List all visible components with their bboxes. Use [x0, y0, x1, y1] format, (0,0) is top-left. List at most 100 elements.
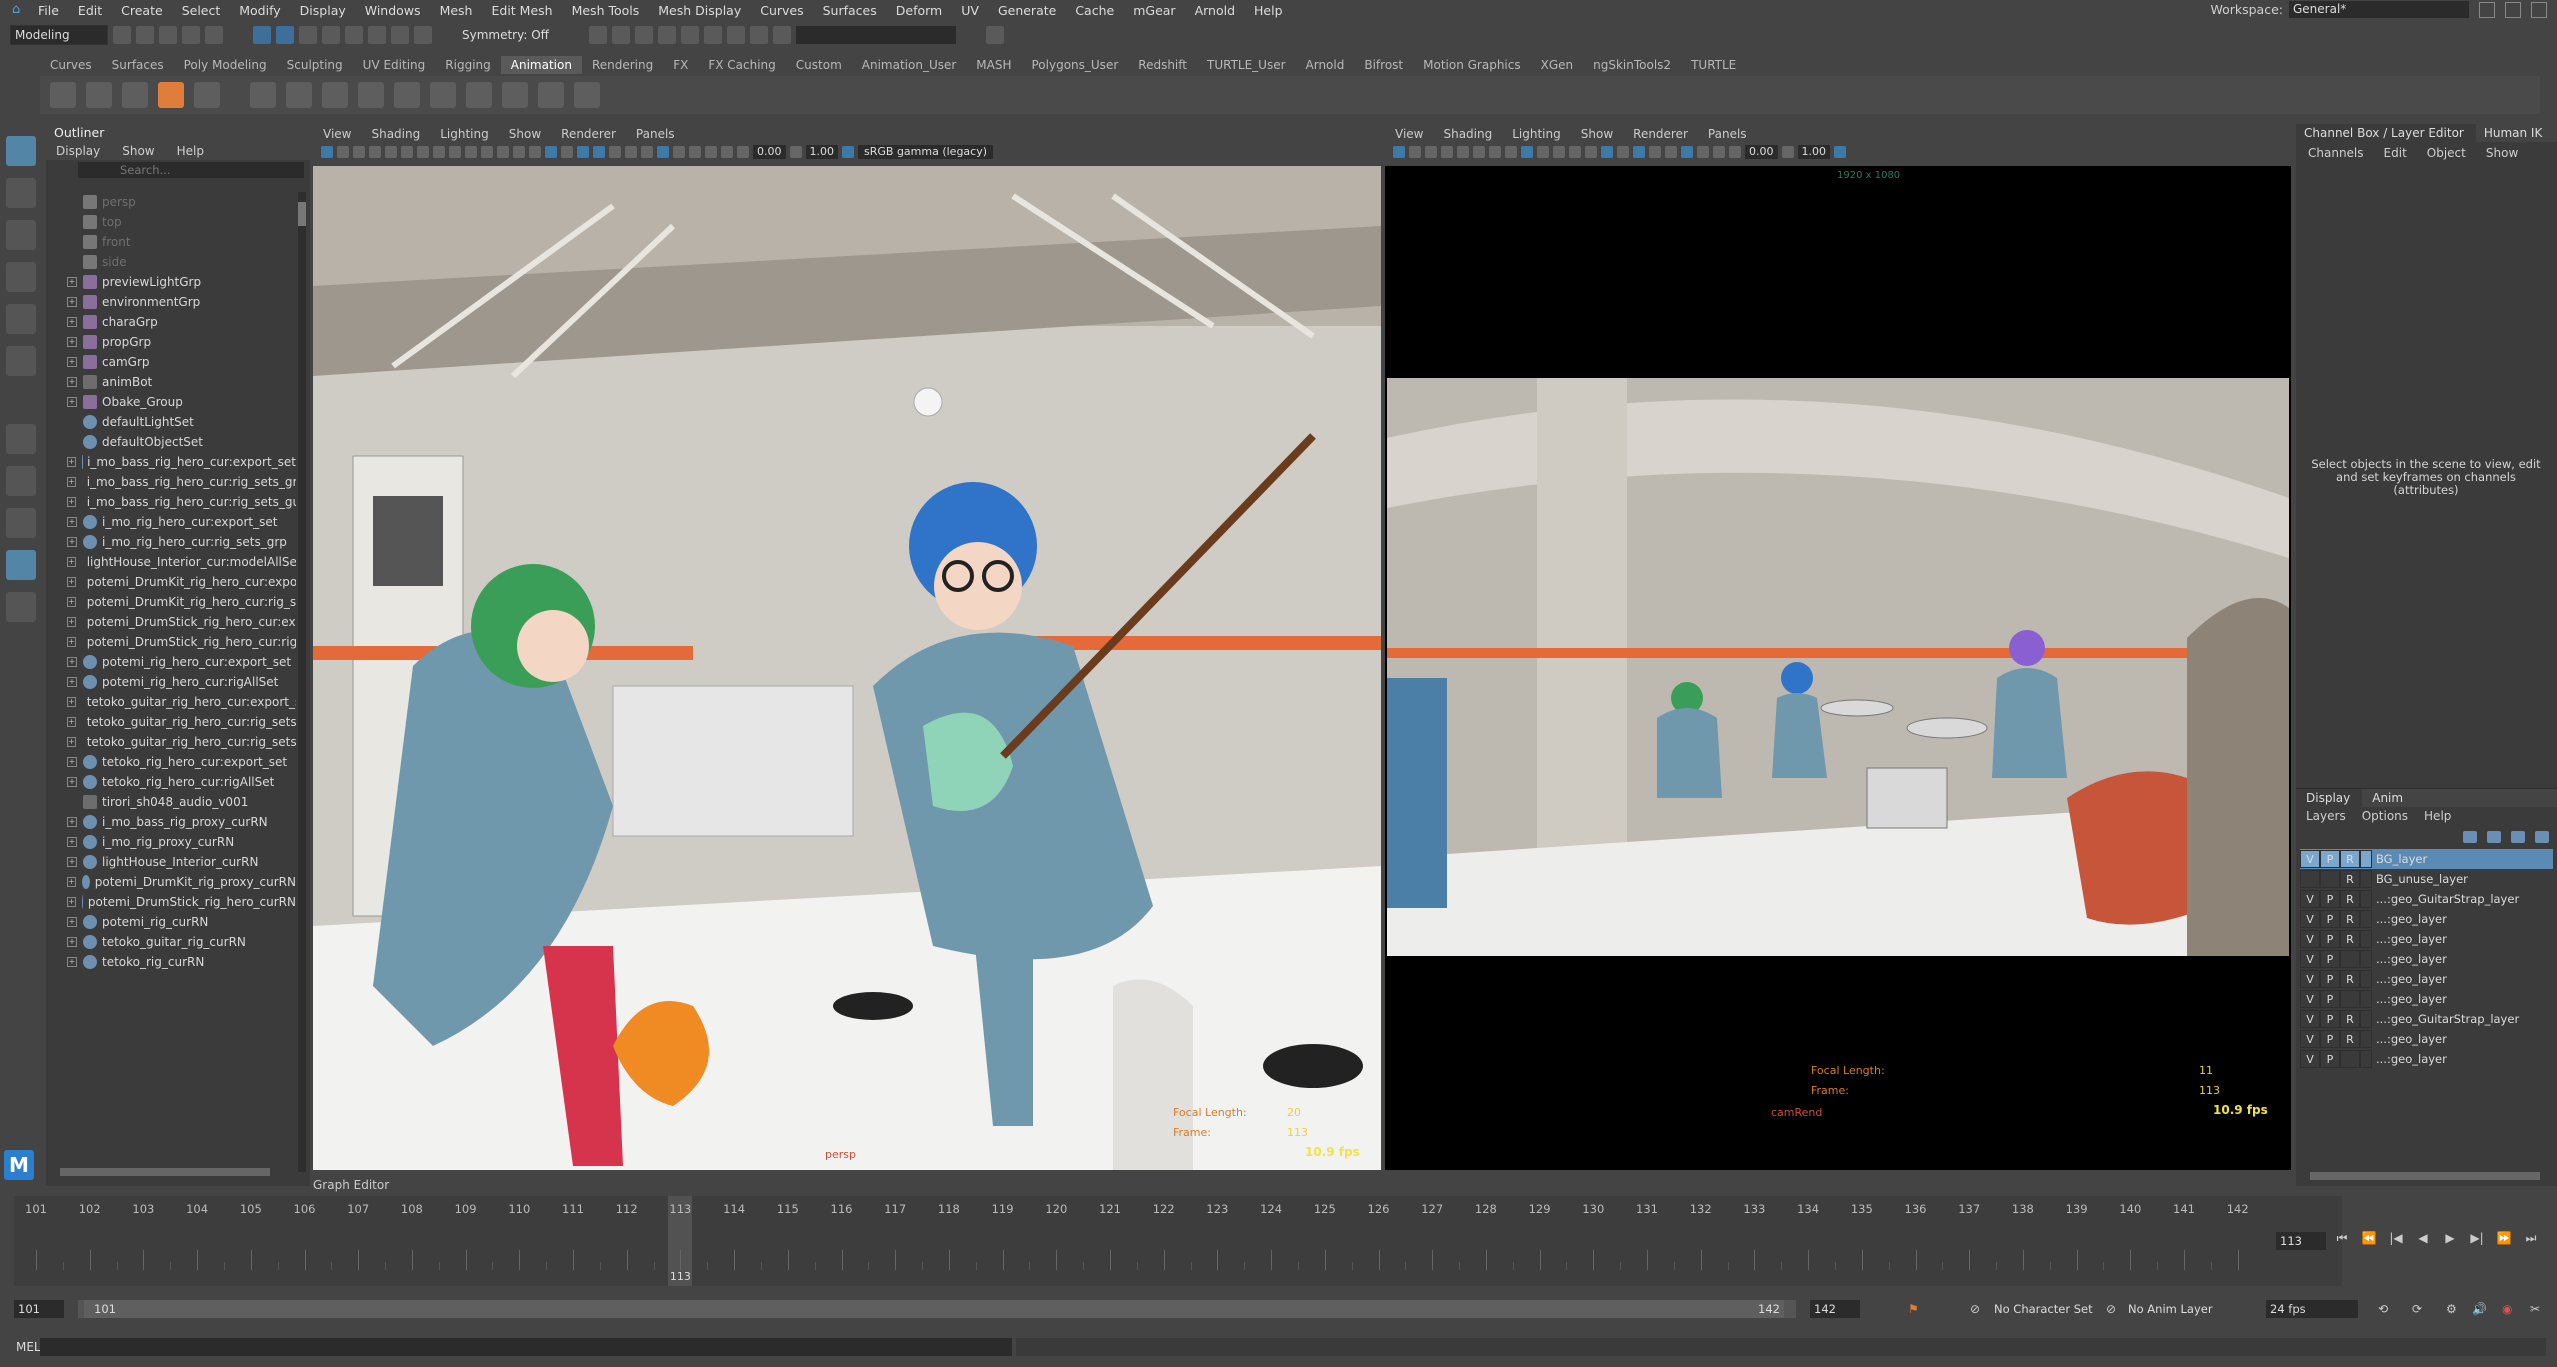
- viewport-menu-view[interactable]: View: [323, 124, 351, 144]
- layer-visibility-toggle[interactable]: V: [2300, 1050, 2320, 1068]
- field-chart-icon[interactable]: [1553, 146, 1565, 158]
- wireframe-icon[interactable]: [1585, 146, 1597, 158]
- snap-surface-icon[interactable]: [414, 26, 432, 44]
- symmetry-dropdown[interactable]: Symmetry: Off: [462, 28, 549, 42]
- safe-action-icon[interactable]: [497, 146, 509, 158]
- outliner-item[interactable]: top: [46, 212, 296, 232]
- expand-icon[interactable]: +: [67, 397, 77, 407]
- layer-row[interactable]: V P ...:geo_layer: [2300, 989, 2553, 1009]
- menu-select[interactable]: Select: [182, 3, 221, 18]
- layer-row[interactable]: V P ...:geo_layer: [2300, 1049, 2553, 1069]
- outliner-item[interactable]: + i_mo_rig_hero_cur:export_set: [46, 512, 296, 532]
- tab-human-ik[interactable]: Human IK: [2476, 124, 2555, 142]
- open-scene-icon[interactable]: [136, 26, 154, 44]
- channel-box-menu-show[interactable]: Show: [2486, 142, 2518, 164]
- field-chart-icon[interactable]: [481, 146, 493, 158]
- layer-playback-toggle[interactable]: P: [2320, 850, 2340, 868]
- channel-box-menu-edit[interactable]: Edit: [2384, 142, 2407, 164]
- outliner-item[interactable]: + camGrp: [46, 352, 296, 372]
- bookmark-icon[interactable]: [1425, 146, 1437, 158]
- textured-icon[interactable]: [593, 146, 605, 158]
- viewport-menu-renderer[interactable]: Renderer: [561, 124, 616, 144]
- expand-icon[interactable]: +: [67, 937, 77, 947]
- shelf-tab-animation-user[interactable]: Animation_User: [852, 56, 967, 74]
- expand-icon[interactable]: +: [67, 957, 77, 967]
- lasso-tool-icon[interactable]: [6, 178, 36, 208]
- graph-editor-tab[interactable]: Graph Editor: [313, 1178, 389, 1192]
- scrollbar-thumb[interactable]: [298, 202, 306, 226]
- layer-reference-toggle[interactable]: [2340, 950, 2360, 968]
- layer-color-swatch[interactable]: [2360, 950, 2372, 968]
- color-management-icon[interactable]: [842, 146, 854, 158]
- expand-icon[interactable]: +: [67, 577, 76, 587]
- menu-modify[interactable]: Modify: [239, 3, 280, 18]
- expand-icon[interactable]: +: [67, 317, 77, 327]
- grease-pencil-icon[interactable]: [1473, 146, 1485, 158]
- outliner-item[interactable]: + potemi_DrumKit_rig_hero_cur:export_: [46, 572, 296, 592]
- save-scene-icon[interactable]: [159, 26, 177, 44]
- layer-color-swatch[interactable]: [2360, 1050, 2372, 1068]
- window-close-icon[interactable]: [2531, 1, 2547, 18]
- wireframe-on-shaded-icon[interactable]: [577, 146, 589, 158]
- xray-joints-icon[interactable]: [721, 146, 733, 158]
- expand-icon[interactable]: +: [67, 737, 76, 747]
- gamma-field[interactable]: 1.00: [1797, 145, 1830, 159]
- anim-preferences-icon[interactable]: ◉: [2502, 1302, 2518, 1316]
- menu-cache[interactable]: Cache: [1075, 3, 1114, 18]
- resolution-gate-icon[interactable]: [449, 146, 461, 158]
- shelf-tab-turtle-user[interactable]: TURTLE_User: [1197, 56, 1296, 74]
- toggle-sidebar-icon[interactable]: [985, 26, 1004, 44]
- menu-display[interactable]: Display: [300, 3, 346, 18]
- layer-playback-toggle[interactable]: P: [2320, 970, 2340, 988]
- xray-icon[interactable]: [1713, 146, 1725, 158]
- 2d-pan-zoom-icon[interactable]: [385, 146, 397, 158]
- gamma-icon[interactable]: [1781, 146, 1794, 158]
- layer-reference-toggle[interactable]: [2340, 1050, 2360, 1068]
- expand-icon[interactable]: +: [67, 497, 76, 507]
- snap-plane-icon[interactable]: [391, 26, 409, 44]
- shelf-tab-turtle[interactable]: TURTLE: [1681, 56, 1746, 74]
- outliner-item[interactable]: + tetoko_rig_hero_cur:rigAllSet: [46, 772, 296, 792]
- viewport-menu-lighting[interactable]: Lighting: [440, 124, 489, 144]
- joint-tool-icon[interactable]: [250, 82, 276, 108]
- shelf-tab-uv-editing[interactable]: UV Editing: [353, 56, 436, 74]
- textured-icon[interactable]: [1633, 146, 1645, 158]
- loop-icon[interactable]: ⟲: [2378, 1302, 2394, 1316]
- channel-box-menu-object[interactable]: Object: [2427, 142, 2466, 164]
- outliner-horizontal-scrollbar[interactable]: [60, 1168, 270, 1176]
- expand-icon[interactable]: +: [67, 617, 76, 627]
- isolate-select-icon[interactable]: [689, 146, 701, 158]
- shelf-tab-xgen[interactable]: XGen: [1531, 56, 1584, 74]
- layer-playback-toggle[interactable]: [2320, 870, 2340, 888]
- menu-edit[interactable]: Edit: [78, 3, 102, 18]
- layer-playback-toggle[interactable]: P: [2320, 990, 2340, 1008]
- view-transform-dropdown[interactable]: sRGB gamma (legacy): [858, 145, 994, 159]
- use-all-lights-icon[interactable]: [1649, 146, 1661, 158]
- exposure-field[interactable]: 0.00: [1745, 145, 1778, 159]
- sound-icon[interactable]: 🔊: [2472, 1302, 2488, 1316]
- paint-weights-icon[interactable]: [502, 82, 528, 108]
- shelf-tab-curves[interactable]: Curves: [40, 56, 102, 74]
- shadows-icon[interactable]: [1665, 146, 1677, 158]
- shelf-tool-icon[interactable]: [50, 82, 76, 108]
- ipr-render-icon[interactable]: [657, 26, 676, 44]
- layer-visibility-toggle[interactable]: V: [2300, 890, 2320, 908]
- outliner-item[interactable]: + i_mo_rig_proxy_curRN: [46, 832, 296, 852]
- layer-visibility-toggle[interactable]: V: [2300, 850, 2320, 868]
- gate-mask-icon[interactable]: [1537, 146, 1549, 158]
- viewport-menu-show[interactable]: Show: [1581, 124, 1613, 144]
- menu-arnold[interactable]: Arnold: [1195, 3, 1235, 18]
- layer-row[interactable]: V P R ...:geo_layer: [2300, 909, 2553, 929]
- outliner-item[interactable]: + potemi_DrumKit_rig_proxy_curRN: [46, 872, 296, 892]
- play-backward-icon[interactable]: ◀: [2415, 1230, 2431, 1246]
- shelf-tool-icon[interactable]: [194, 82, 220, 108]
- expand-icon[interactable]: +: [67, 857, 77, 867]
- playback-options-icon[interactable]: ⚙: [2446, 1302, 2462, 1316]
- shelf-tab-rigging[interactable]: Rigging: [435, 56, 500, 74]
- outliner-item[interactable]: tirori_sh048_audio_v001: [46, 792, 296, 812]
- select-camera-icon[interactable]: [321, 146, 333, 158]
- layer-menu-help[interactable]: Help: [2424, 807, 2451, 825]
- viewport-menu-panels[interactable]: Panels: [1708, 124, 1747, 144]
- layer-color-swatch[interactable]: [2360, 990, 2372, 1008]
- layer-reference-toggle[interactable]: R: [2340, 930, 2360, 948]
